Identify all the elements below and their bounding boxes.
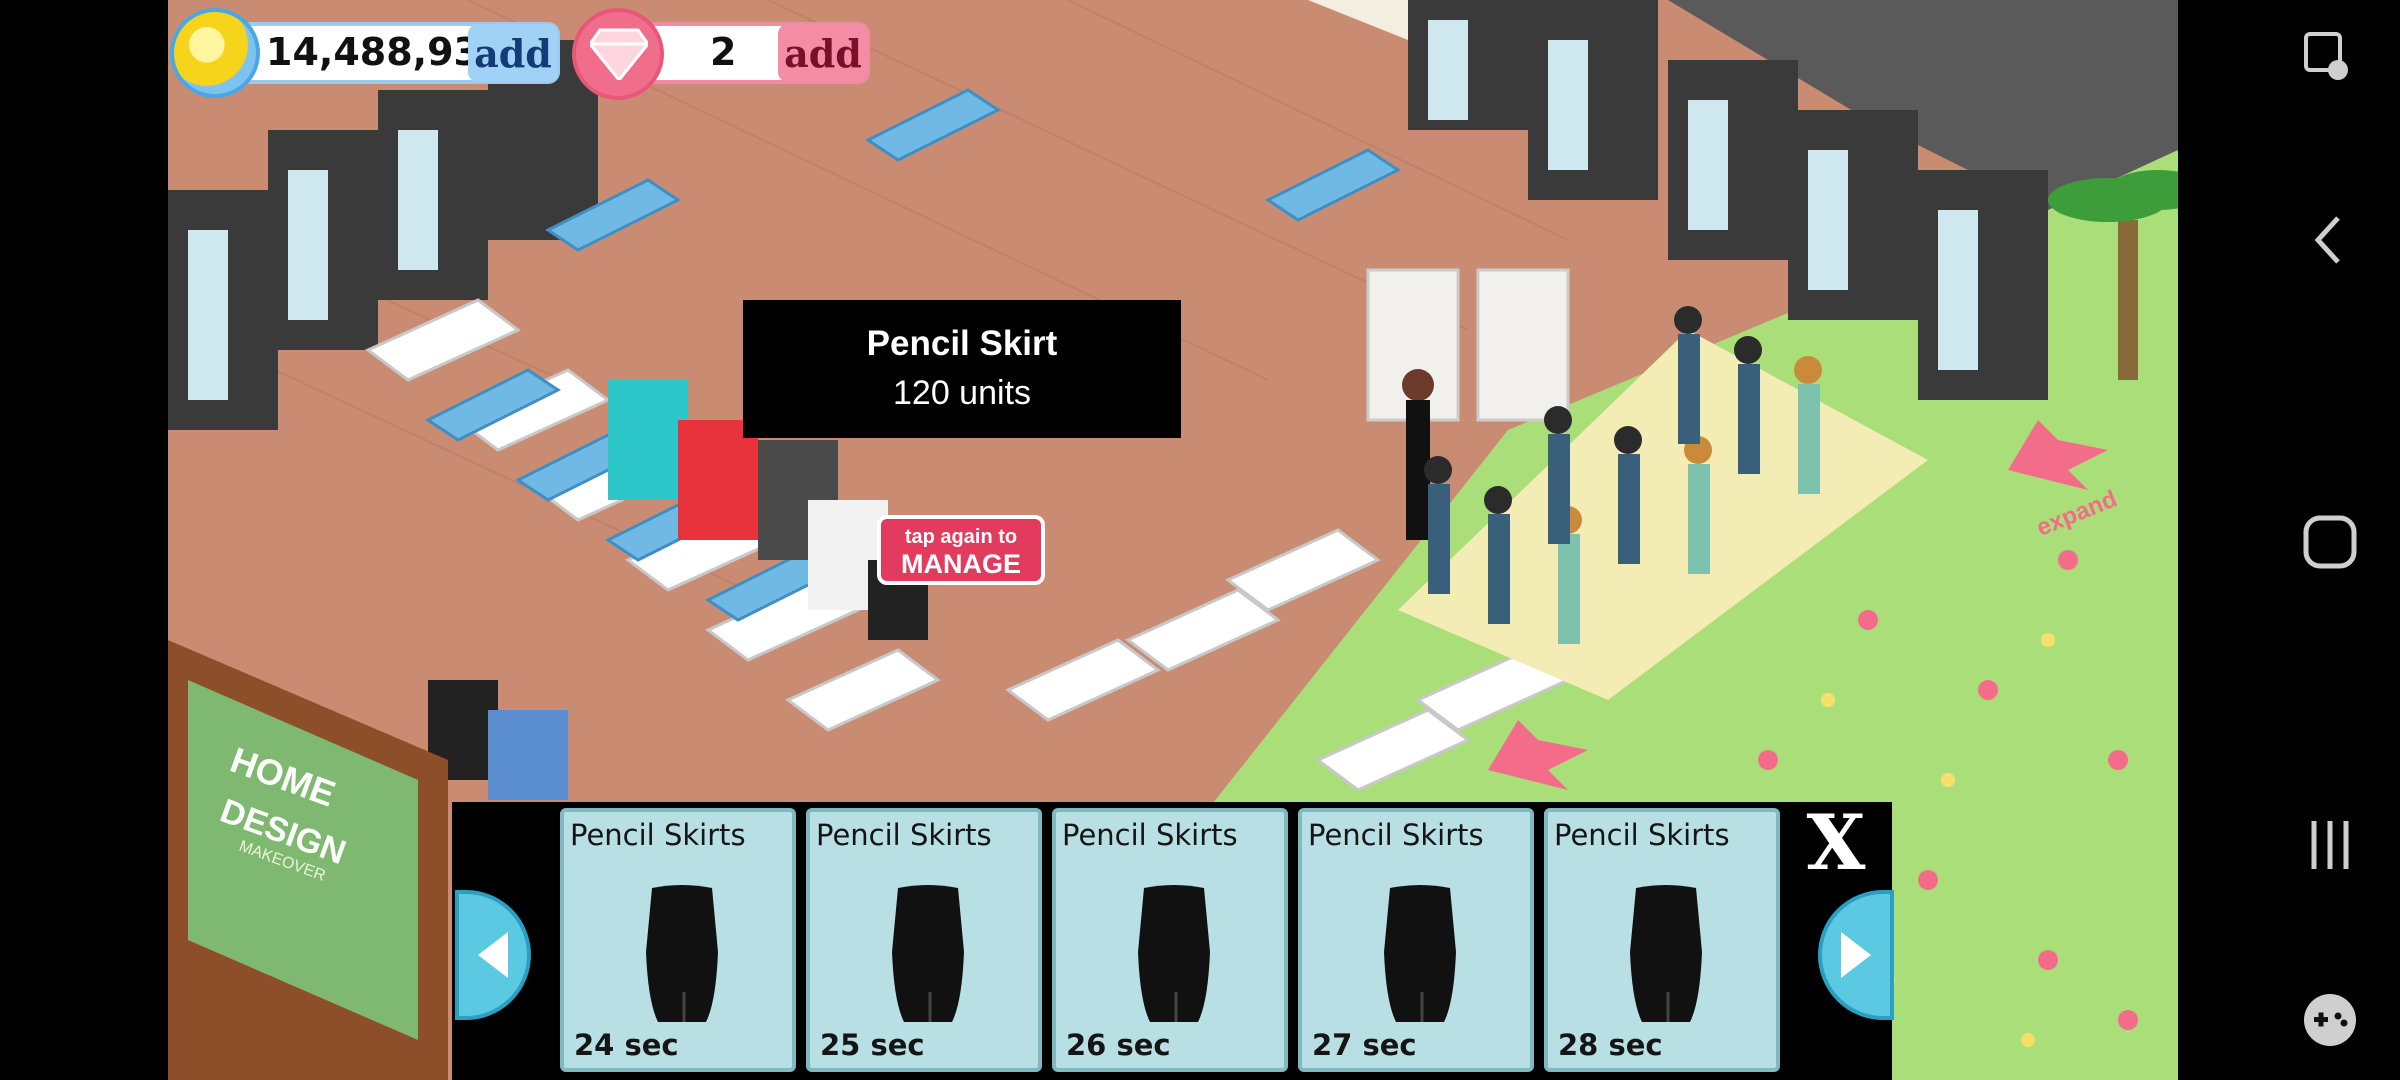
tooltip-units: 120 units xyxy=(893,374,1031,412)
game-controller-icon[interactable] xyxy=(2300,990,2360,1050)
product-card[interactable]: Pencil Skirts 28 sec xyxy=(1544,808,1780,1072)
tooltip-item-name: Pencil Skirt xyxy=(866,324,1058,363)
system-nav-bar xyxy=(2178,0,2400,1080)
production-time: 25 sec xyxy=(820,1028,925,1062)
manage-line1: tap again to xyxy=(904,526,1018,548)
manage-button[interactable]: tap again to MANAGE xyxy=(877,515,1045,585)
product-name: Pencil Skirts xyxy=(816,818,992,852)
gem-icon xyxy=(572,8,664,100)
pencil-skirt-icon xyxy=(1630,885,1702,1022)
production-time: 28 sec xyxy=(1558,1028,1663,1062)
product-name: Pencil Skirts xyxy=(570,818,746,852)
add-coins-button[interactable]: add xyxy=(468,24,558,82)
production-time: 24 sec xyxy=(574,1028,679,1062)
product-name: Pencil Skirts xyxy=(1554,818,1730,852)
product-card[interactable]: Pencil Skirts 26 sec xyxy=(1052,808,1288,1072)
pencil-skirt-icon xyxy=(1138,885,1210,1022)
pencil-skirt-icon xyxy=(1384,885,1456,1022)
gem-amount: 2 xyxy=(710,30,737,74)
pencil-skirt-icon xyxy=(646,885,718,1022)
close-icon[interactable]: X xyxy=(1796,805,1876,881)
product-card[interactable]: Pencil Skirts 24 sec xyxy=(560,808,796,1072)
product-card[interactable]: Pencil Skirts 27 sec xyxy=(1298,808,1534,1072)
manage-line2: MANAGE xyxy=(901,549,1021,579)
coin-icon xyxy=(170,8,260,98)
home-icon[interactable] xyxy=(2300,512,2360,572)
back-icon[interactable] xyxy=(2300,210,2360,270)
production-time: 26 sec xyxy=(1066,1028,1171,1062)
item-tooltip: Pencil Skirt 120 units xyxy=(743,300,1181,438)
product-card[interactable]: Pencil Skirts 25 sec xyxy=(806,808,1042,1072)
add-gems-button[interactable]: add xyxy=(778,24,868,82)
production-time: 27 sec xyxy=(1312,1028,1417,1062)
game-screen: HOME DESIGN MAKEOVER 14,488,936 add 2 ad… xyxy=(0,0,2400,1080)
product-name: Pencil Skirts xyxy=(1062,818,1238,852)
screenshot-edit-icon[interactable] xyxy=(2300,30,2360,90)
recent-apps-icon[interactable] xyxy=(2300,815,2360,875)
pencil-skirt-icon xyxy=(892,885,964,1022)
product-name: Pencil Skirts xyxy=(1308,818,1484,852)
left-letterbox xyxy=(0,0,168,1080)
